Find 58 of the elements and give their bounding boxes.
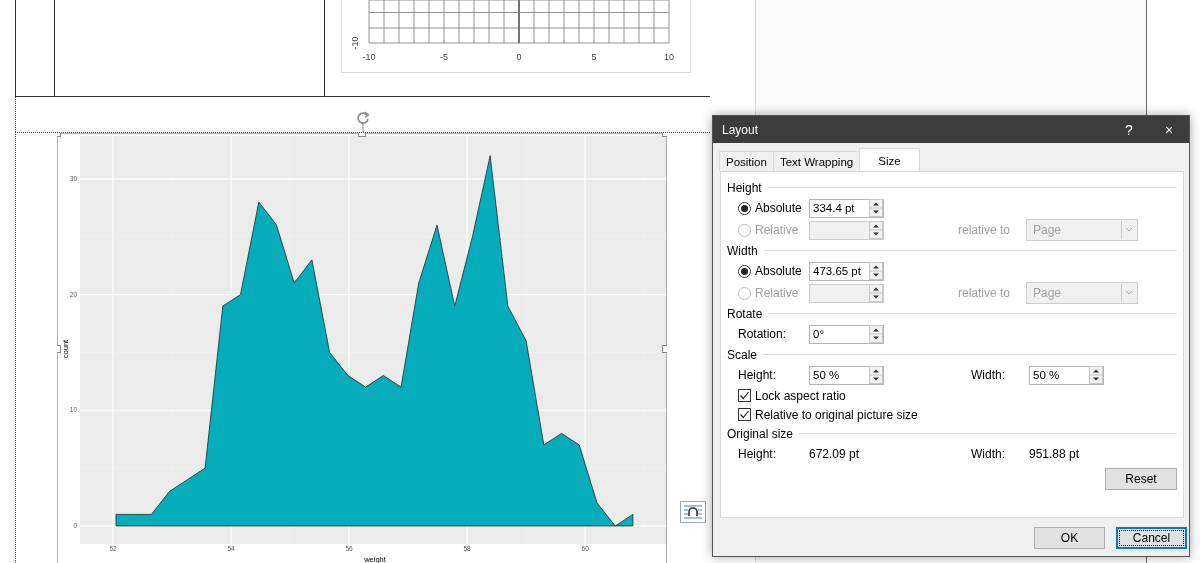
resize-handle[interactable]	[57, 345, 61, 353]
spin-button[interactable]	[1089, 366, 1103, 384]
spin-field[interactable]	[809, 283, 884, 303]
tick-label: 5	[591, 52, 597, 62]
section-title: Scale	[727, 347, 758, 362]
dialog-title: Layout	[722, 122, 760, 137]
rotate-handle[interactable]	[355, 110, 371, 132]
spin-button[interactable]	[869, 366, 883, 384]
layout-options-button[interactable]	[680, 501, 706, 523]
spin-field[interactable]: 50 %	[809, 365, 884, 385]
tab[interactable]: Text Wrapping	[772, 151, 861, 171]
tick-label: -10	[362, 52, 376, 62]
spin-button[interactable]	[869, 325, 883, 343]
field-label: Rotation:	[738, 327, 788, 341]
tick-label: -10	[350, 36, 360, 50]
spin-button[interactable]	[869, 262, 883, 280]
radio-button[interactable]	[738, 264, 751, 278]
tick-label: 10	[664, 52, 674, 62]
checkbox-label: Relative to original picture size	[755, 407, 918, 422]
spin-button[interactable]	[869, 221, 883, 239]
spin-button[interactable]	[869, 199, 883, 217]
field-label: Width:	[971, 368, 1006, 382]
tick-label: 0	[516, 52, 522, 62]
field-label: relative to	[958, 223, 1012, 237]
checkbox[interactable]	[738, 389, 751, 402]
section-title: Height	[727, 180, 762, 195]
resize-handle[interactable]	[662, 345, 667, 353]
radio-label: Relative	[755, 223, 799, 237]
checkbox-label: Lock aspect ratio	[755, 388, 846, 403]
field-label: Height:	[738, 368, 778, 382]
spin-field[interactable]: 334.4 pt	[809, 198, 884, 218]
tab[interactable]: Size	[859, 148, 920, 171]
radio-label: Absolute	[755, 264, 802, 278]
spin-field[interactable]: 473.65 pt	[809, 261, 884, 281]
section-title: Original size	[727, 426, 794, 441]
section-title: Rotate	[727, 306, 763, 321]
spin-field[interactable]: 0°	[809, 324, 884, 344]
reset-button[interactable]: Reset	[1105, 468, 1177, 490]
checkbox[interactable]	[738, 408, 751, 421]
field-value: 951.88 pt	[1029, 447, 1081, 461]
dialog-button[interactable]: Cancel	[1116, 527, 1187, 549]
help-button[interactable]: ?	[1109, 121, 1149, 138]
spin-button[interactable]	[869, 284, 883, 302]
resize-handle[interactable]	[57, 133, 61, 137]
radio-label: Relative	[755, 286, 799, 300]
tab[interactable]: Position	[719, 151, 774, 171]
radio-label: Absolute	[755, 201, 802, 215]
close-button[interactable]: ×	[1149, 121, 1189, 138]
section-title: Width	[727, 243, 758, 258]
field-label: Width:	[971, 447, 1006, 461]
field-value: 672.09 pt	[809, 447, 861, 461]
radio-button[interactable]	[738, 201, 751, 215]
field-label: relative to	[958, 286, 1012, 300]
tick-label: -5	[440, 52, 448, 62]
dialog-button[interactable]: OK	[1034, 527, 1105, 549]
spin-field[interactable]: 50 %	[1029, 365, 1104, 385]
field-label: Height:	[738, 447, 778, 461]
spin-field[interactable]	[809, 220, 884, 240]
